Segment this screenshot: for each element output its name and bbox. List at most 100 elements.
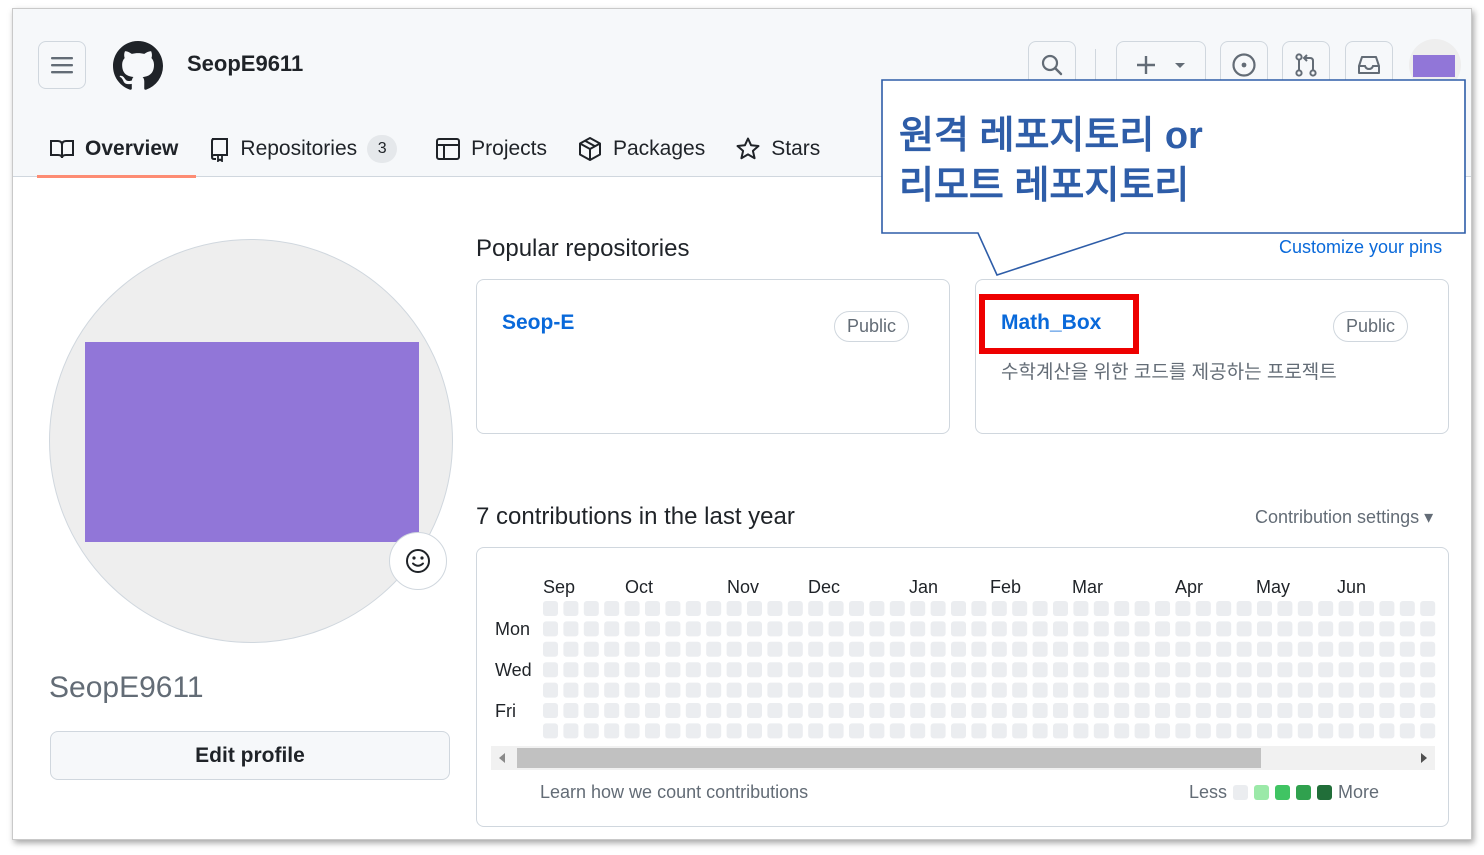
contribution-day-cell[interactable] — [849, 703, 864, 718]
contribution-day-cell[interactable] — [1175, 703, 1191, 718]
contribution-day-cell[interactable] — [706, 703, 722, 718]
contribution-day-cell[interactable] — [1134, 621, 1150, 637]
contribution-day-cell[interactable] — [1379, 621, 1395, 637]
contribution-day-cell[interactable] — [1236, 682, 1252, 698]
contribution-day-cell[interactable] — [951, 621, 966, 637]
set-status-button[interactable] — [389, 532, 447, 590]
contribution-day-cell[interactable] — [971, 601, 987, 616]
contribution-day-cell[interactable] — [1277, 723, 1293, 739]
contribution-day-cell[interactable] — [624, 682, 640, 698]
contribution-day-cell[interactable] — [869, 682, 885, 698]
contribution-day-cell[interactable] — [910, 703, 926, 718]
contribution-day-cell[interactable] — [808, 662, 824, 678]
contribution-day-cell[interactable] — [645, 682, 660, 698]
contribution-day-cell[interactable] — [808, 723, 824, 739]
contribution-day-cell[interactable] — [1032, 641, 1048, 657]
contribution-day-cell[interactable] — [1093, 641, 1109, 657]
contribution-day-cell[interactable] — [951, 641, 966, 657]
contribution-day-cell[interactable] — [747, 641, 762, 657]
github-logo-icon[interactable] — [113, 41, 163, 91]
scroll-thumb[interactable] — [517, 748, 1261, 768]
tab-repositories[interactable]: Repositories 3 — [196, 121, 415, 177]
contribution-day-cell[interactable] — [1012, 621, 1028, 637]
contribution-day-cell[interactable] — [1236, 723, 1252, 739]
contribution-day-cell[interactable] — [1379, 662, 1395, 678]
contribution-day-cell[interactable] — [583, 641, 599, 657]
contribution-day-cell[interactable] — [1032, 703, 1048, 718]
contribution-day-cell[interactable] — [1155, 601, 1170, 616]
contribution-day-cell[interactable] — [767, 621, 783, 637]
contribution-day-cell[interactable] — [1297, 703, 1313, 718]
contribution-day-cell[interactable] — [869, 601, 885, 616]
contribution-day-cell[interactable] — [645, 641, 660, 657]
contribution-day-cell[interactable] — [563, 703, 579, 718]
tab-stars[interactable]: Stars — [723, 121, 838, 177]
contribution-day-cell[interactable] — [604, 601, 620, 616]
contribution-day-cell[interactable] — [991, 682, 1007, 698]
contribution-day-cell[interactable] — [747, 723, 762, 739]
contribution-day-cell[interactable] — [1257, 682, 1272, 698]
contribution-day-cell[interactable] — [991, 723, 1007, 739]
contribution-day-cell[interactable] — [583, 662, 599, 678]
contribution-day-cell[interactable] — [1338, 621, 1354, 637]
contribution-day-cell[interactable] — [1053, 641, 1068, 657]
contribution-day-cell[interactable] — [1073, 641, 1089, 657]
contribution-day-cell[interactable] — [828, 682, 844, 698]
contribution-day-cell[interactable] — [991, 662, 1007, 678]
contribution-day-cell[interactable] — [1195, 723, 1211, 739]
contribution-day-cell[interactable] — [1114, 621, 1130, 637]
contribution-day-cell[interactable] — [685, 703, 701, 718]
contribution-day-cell[interactable] — [1420, 621, 1436, 637]
contribution-day-cell[interactable] — [1073, 621, 1089, 637]
contribution-day-cell[interactable] — [583, 703, 599, 718]
contribution-day-cell[interactable] — [1073, 601, 1089, 616]
contribution-day-cell[interactable] — [1073, 703, 1089, 718]
contribution-day-cell[interactable] — [685, 662, 701, 678]
contribution-day-cell[interactable] — [563, 723, 579, 739]
contribution-day-cell[interactable] — [1277, 641, 1293, 657]
contribution-day-cell[interactable] — [645, 703, 660, 718]
contribution-day-cell[interactable] — [889, 682, 905, 698]
contribution-day-cell[interactable] — [869, 621, 885, 637]
contribution-day-cell[interactable] — [1399, 682, 1415, 698]
contribution-day-cell[interactable] — [1338, 641, 1354, 657]
contribution-day-cell[interactable] — [1012, 601, 1028, 616]
contribution-day-cell[interactable] — [726, 703, 742, 718]
contribution-day-cell[interactable] — [869, 703, 885, 718]
contribution-day-cell[interactable] — [1032, 682, 1048, 698]
contribution-day-cell[interactable] — [991, 621, 1007, 637]
contribution-day-cell[interactable] — [726, 641, 742, 657]
contribution-day-cell[interactable] — [808, 621, 824, 637]
contribution-day-cell[interactable] — [1297, 723, 1313, 739]
contribution-day-cell[interactable] — [543, 682, 558, 698]
contribution-day-cell[interactable] — [1399, 703, 1415, 718]
contribution-day-cell[interactable] — [1379, 601, 1395, 616]
contribution-day-cell[interactable] — [828, 723, 844, 739]
contribution-day-cell[interactable] — [1175, 641, 1191, 657]
contribution-day-cell[interactable] — [665, 621, 681, 637]
contribution-day-cell[interactable] — [930, 641, 946, 657]
contribution-day-cell[interactable] — [665, 723, 681, 739]
contribution-day-cell[interactable] — [1236, 601, 1252, 616]
contribution-day-cell[interactable] — [828, 601, 844, 616]
contribution-day-cell[interactable] — [1114, 703, 1130, 718]
contribution-day-cell[interactable] — [1053, 621, 1068, 637]
contribution-day-cell[interactable] — [1012, 682, 1028, 698]
contribution-day-cell[interactable] — [849, 662, 864, 678]
contribution-day-cell[interactable] — [1032, 601, 1048, 616]
contribution-day-cell[interactable] — [1073, 662, 1089, 678]
contribution-day-cell[interactable] — [1420, 723, 1436, 739]
contribution-day-cell[interactable] — [563, 601, 579, 616]
contribution-day-cell[interactable] — [604, 641, 620, 657]
contribution-day-cell[interactable] — [1073, 723, 1089, 739]
contribution-day-cell[interactable] — [1318, 662, 1334, 678]
contribution-day-cell[interactable] — [787, 662, 803, 678]
contribution-day-cell[interactable] — [930, 662, 946, 678]
contribution-day-cell[interactable] — [1216, 641, 1232, 657]
contribution-day-cell[interactable] — [1297, 682, 1313, 698]
contribution-day-cell[interactable] — [1257, 641, 1272, 657]
contribution-day-cell[interactable] — [665, 662, 681, 678]
contribution-day-cell[interactable] — [645, 601, 660, 616]
contribution-day-cell[interactable] — [604, 723, 620, 739]
contribution-day-cell[interactable] — [1236, 641, 1252, 657]
